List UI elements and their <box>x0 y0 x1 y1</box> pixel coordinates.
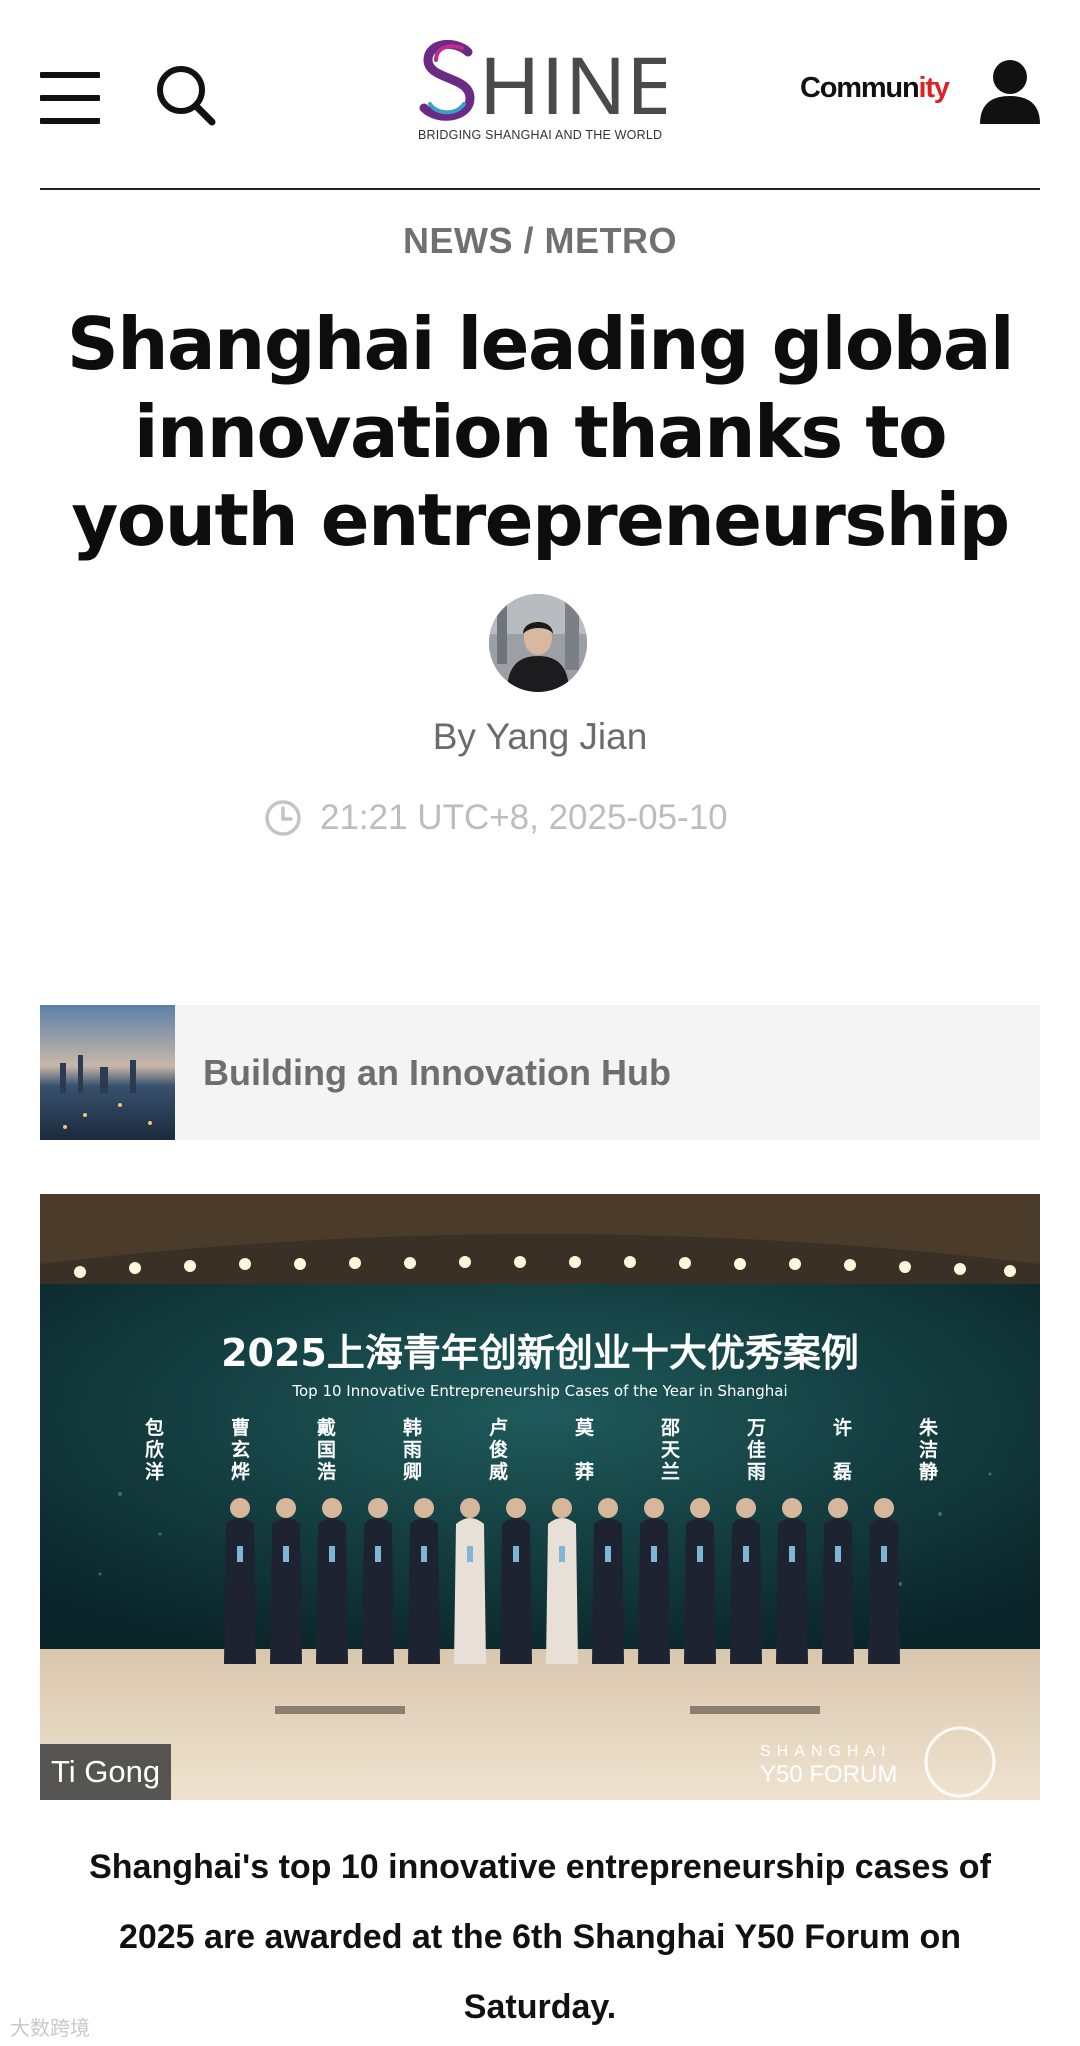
forum-badge-top: SHANGHAI <box>760 1743 892 1760</box>
person-head <box>460 1498 480 1518</box>
related-topic-card[interactable]: Building an Innovation Hub <box>40 1005 1040 1140</box>
person-figure <box>684 1518 716 1664</box>
related-thumbnail <box>40 1005 175 1140</box>
article-photo[interactable]: 2025上海青年创新创业十大优秀案例 Top 10 Innovative Ent… <box>40 1194 1040 1800</box>
trophy <box>697 1546 703 1562</box>
logo-tagline: BRIDGING SHANGHAI AND THE WORLD <box>418 128 663 142</box>
person-head <box>414 1498 434 1518</box>
trophy <box>559 1546 565 1562</box>
trophy <box>237 1546 243 1562</box>
menu-icon[interactable] <box>40 72 100 124</box>
trophy <box>421 1546 427 1562</box>
user-icon[interactable] <box>978 58 1042 124</box>
person-figure <box>224 1518 256 1664</box>
photo-caption: Shanghai's top 10 innovative entrepreneu… <box>89 1848 991 2026</box>
person-figure <box>868 1518 900 1664</box>
person-figure <box>730 1518 762 1664</box>
person-head <box>598 1498 618 1518</box>
honoree-name: 卢俊威 <box>489 1416 508 1483</box>
svg-text:HINE: HINE <box>480 41 666 128</box>
trophy <box>375 1546 381 1562</box>
honoree-name: 万佳雨 <box>746 1417 766 1483</box>
person-figure <box>362 1518 394 1664</box>
person-head <box>644 1498 664 1518</box>
author-photo <box>489 594 587 692</box>
photo-credit: Ti Gong <box>40 1744 172 1800</box>
honoree-name: 曹玄烨 <box>231 1416 250 1483</box>
author-byline[interactable]: By Yang Jian <box>0 716 1080 758</box>
honoree-name: 包欣洋 <box>145 1416 165 1483</box>
person-head <box>782 1498 802 1518</box>
person-figure <box>592 1518 624 1664</box>
person-head <box>552 1498 572 1518</box>
person-figure <box>822 1518 854 1664</box>
honoree-name: 朱洁静 <box>919 1416 939 1483</box>
trophy <box>881 1546 887 1562</box>
person-head <box>690 1498 710 1518</box>
trophy <box>835 1546 841 1562</box>
community-label-accent: ity <box>918 72 949 104</box>
person-figure <box>454 1518 486 1664</box>
person-head <box>276 1498 296 1518</box>
header-divider <box>40 188 1040 190</box>
person-figure <box>638 1518 670 1664</box>
person-head <box>736 1498 756 1518</box>
screen-subtitle: Top 10 Innovative Entrepreneurship Cases… <box>291 1382 787 1400</box>
trophy <box>467 1546 473 1562</box>
trophy <box>513 1546 519 1562</box>
trophy <box>329 1546 335 1562</box>
person-head <box>322 1498 342 1518</box>
trophy <box>743 1546 749 1562</box>
person-figure <box>408 1518 440 1664</box>
logo-wordmark: HINE <box>419 40 666 128</box>
honoree-name: 韩雨卿 <box>403 1416 422 1483</box>
site-header: HINE BRIDGING SHANGHAI AND THE WORLD Com… <box>0 0 1080 190</box>
article-title: Shanghai leading global innovation thank… <box>66 302 1015 562</box>
person-head <box>230 1498 250 1518</box>
screen-title: 2025上海青年创新创业十大优秀案例 <box>221 1331 859 1375</box>
related-topic-title: Building an Innovation Hub <box>203 1052 671 1093</box>
person-head <box>506 1498 526 1518</box>
shine-logo[interactable]: HINE BRIDGING SHANGHAI AND THE WORLD <box>416 36 666 152</box>
person-head <box>828 1498 848 1518</box>
trophy <box>283 1546 289 1562</box>
honoree-name: 邵天兰 <box>660 1417 681 1483</box>
publish-datetime: 21:21 UTC+8, 2025-05-10 <box>264 796 728 840</box>
honoree-name: 戴国浩 <box>317 1416 336 1483</box>
forum-badge-bottom: Y50 FORUM <box>760 1761 897 1788</box>
person-head <box>368 1498 388 1518</box>
trophy <box>651 1546 657 1562</box>
person-figure <box>270 1518 302 1664</box>
trophy <box>605 1546 611 1562</box>
person-head <box>874 1498 894 1518</box>
watermark: 大数跨境 <box>10 2018 90 2040</box>
breadcrumb: NEWS / METRO <box>0 220 1080 262</box>
person-figure <box>776 1518 808 1664</box>
breadcrumb-news[interactable]: NEWS <box>403 220 513 261</box>
person-figure <box>546 1518 578 1664</box>
datetime-text: 21:21 UTC+8, 2025-05-10 <box>320 798 728 837</box>
trophy <box>789 1546 795 1562</box>
clock-icon <box>265 800 301 836</box>
community-label: Commun <box>800 72 920 104</box>
search-icon[interactable] <box>154 62 218 126</box>
person-figure <box>500 1518 532 1664</box>
community-link[interactable]: Community <box>800 72 950 105</box>
author-avatar[interactable] <box>489 594 587 692</box>
breadcrumb-separator: / <box>512 220 545 261</box>
breadcrumb-metro[interactable]: METRO <box>545 220 678 261</box>
person-figure <box>316 1518 348 1664</box>
